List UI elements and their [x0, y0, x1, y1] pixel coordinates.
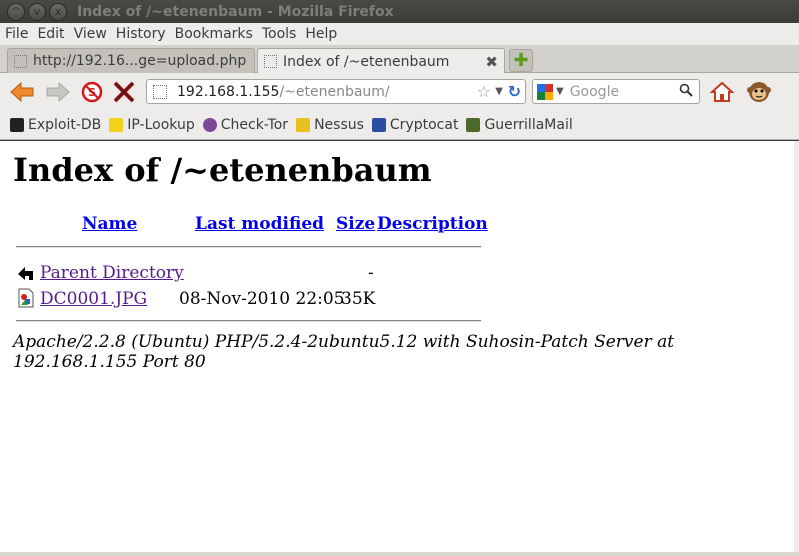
file-modified: 08-Nov-2010 22:05: [179, 289, 345, 309]
noscript-icon: S: [81, 81, 103, 103]
search-bar[interactable]: ▼ Google: [532, 79, 700, 104]
server-signature: Apache/2.2.8 (Ubuntu) PHP/5.2.4-2ubuntu5…: [13, 332, 675, 372]
file-link[interactable]: DC0001.JPG: [40, 289, 147, 309]
nessus-icon: [296, 117, 311, 132]
tor-onion-icon: [202, 117, 217, 132]
bookmark-cryptocat[interactable]: Cryptocat: [371, 116, 459, 133]
guerrillamail-icon: [466, 117, 481, 132]
file-size: -: [368, 263, 374, 283]
bookmark-check-tor[interactable]: Check-Tor: [202, 116, 289, 133]
site-identity-icon[interactable]: [153, 84, 167, 99]
cryptocat-icon: [371, 117, 386, 132]
bookmark-label: Nessus: [314, 116, 364, 133]
back-button[interactable]: [9, 79, 35, 105]
page-favicon-icon: [14, 54, 27, 68]
menu-tools[interactable]: Tools: [262, 26, 297, 42]
home-button[interactable]: [709, 79, 735, 105]
bookmark-label: Cryptocat: [389, 116, 459, 133]
tab-index-page[interactable]: Index of /~etenenbaum ✖: [257, 48, 505, 74]
tab-strip: http://192.16...ge=upload.php Index of /…: [0, 45, 799, 74]
search-engine-dropdown-icon[interactable]: ▼: [556, 86, 564, 97]
menu-file[interactable]: File: [5, 26, 28, 42]
back-arrow-icon: [18, 267, 33, 280]
url-path: /~etenenbaum/: [279, 83, 390, 100]
tab-close-icon[interactable]: ✖: [485, 53, 498, 71]
page-heading: Index of /~etenenbaum: [13, 151, 432, 189]
url-bar[interactable]: 192.168.1.155/~etenenbaum/ ☆ ▼ ↻: [146, 79, 526, 104]
file-size: 35K: [341, 289, 376, 309]
page-content: Index of /~etenenbaum Name Last modified…: [0, 141, 794, 552]
forward-arrow-icon: [46, 81, 70, 103]
bookmark-label: Check-Tor: [220, 116, 289, 133]
menu-history[interactable]: History: [116, 26, 166, 42]
menu-view[interactable]: View: [74, 26, 107, 42]
image-file-icon: [18, 288, 34, 308]
search-input[interactable]: Google: [570, 84, 679, 100]
forward-button[interactable]: [45, 79, 71, 105]
parent-directory-link[interactable]: Parent Directory: [40, 263, 184, 283]
bookmark-label: Exploit-DB: [28, 116, 102, 133]
navigation-toolbar: S 192.168.1.155/~etenenbaum/ ☆ ▼ ↻ ▼ Goo…: [0, 73, 799, 110]
google-engine-icon[interactable]: [537, 83, 553, 100]
stop-button[interactable]: S: [79, 79, 105, 105]
bookmark-label: IP-Lookup: [127, 116, 195, 133]
menu-help[interactable]: Help: [305, 26, 337, 42]
window-close-button[interactable]: x: [49, 2, 67, 21]
cookie-blocker-button[interactable]: [111, 79, 137, 105]
search-icon[interactable]: [679, 83, 693, 101]
bookmark-ip-lookup[interactable]: IP-Lookup: [109, 116, 195, 133]
menu-edit[interactable]: Edit: [37, 26, 64, 42]
home-icon: [710, 81, 734, 102]
bookmark-guerrillamail[interactable]: GuerrillaMail: [466, 116, 573, 133]
divider: [16, 246, 481, 248]
window-menu-button[interactable]: ^: [7, 2, 25, 21]
column-modified-link[interactable]: Last modified: [195, 214, 324, 234]
page-favicon-icon: [264, 55, 277, 68]
divider: [16, 320, 481, 322]
bookmark-nessus[interactable]: Nessus: [296, 117, 364, 133]
reload-icon[interactable]: ↻: [508, 82, 521, 101]
url-host: 192.168.1.155: [177, 83, 280, 100]
bookmarks-toolbar: Exploit-DB IP-Lookup Check-Tor Nessus Cr…: [0, 110, 799, 140]
greasemonkey-button[interactable]: [746, 79, 772, 105]
list-item: Parent Directory: [40, 263, 184, 283]
column-description-link[interactable]: Description: [377, 214, 488, 234]
window-edge: [794, 141, 799, 552]
window-minimize-button[interactable]: v: [28, 2, 46, 21]
bookmark-exploit-db[interactable]: Exploit-DB: [10, 117, 101, 133]
bookmark-star-icon[interactable]: ☆: [477, 82, 491, 101]
menu-bookmarks[interactable]: Bookmarks: [175, 26, 253, 42]
tab-upload-page[interactable]: http://192.16...ge=upload.php: [7, 48, 255, 73]
status-bar: [0, 552, 799, 556]
back-arrow-icon: [10, 81, 34, 103]
url-history-dropdown-icon[interactable]: ▼: [495, 86, 503, 97]
window-titlebar: ^ v x Index of /~etenenbaum - Mozilla Fi…: [0, 0, 799, 23]
bookmark-label: GuerrillaMail: [484, 116, 573, 133]
tab-label: http://192.16...ge=upload.php: [33, 53, 247, 69]
x-blocker-icon: [113, 81, 135, 103]
column-size-link[interactable]: Size: [336, 214, 375, 234]
menubar: File Edit View History Bookmarks Tools H…: [0, 23, 799, 45]
monkey-icon: [747, 82, 771, 102]
list-item: DC0001.JPG: [40, 289, 147, 309]
new-tab-button[interactable]: ✚: [509, 49, 533, 72]
iplookup-icon: [109, 117, 124, 132]
column-name-link[interactable]: Name: [82, 214, 137, 234]
window-title: Index of /~etenenbaum - Mozilla Firefox: [77, 3, 394, 20]
tab-label: Index of /~etenenbaum: [283, 53, 450, 70]
exploitdb-icon: [10, 117, 24, 132]
